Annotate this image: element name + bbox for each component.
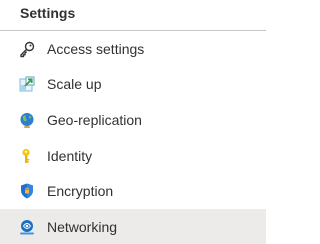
menu-item-label: Identity (47, 147, 93, 164)
menu-item-encryption[interactable]: Encryption (0, 173, 266, 209)
menu-item-label: Networking (47, 218, 118, 235)
menu-item-access-settings[interactable]: Access settings (0, 31, 266, 67)
globe-icon (17, 110, 37, 130)
menu-item-scale-up[interactable]: Scale up (0, 67, 266, 103)
scale-up-icon (17, 74, 37, 94)
settings-section-title: Settings (20, 5, 76, 21)
menu-item-label: Geo-replication (47, 111, 142, 128)
menu-item-label: Access settings (47, 40, 145, 57)
menu-item-label: Scale up (47, 76, 102, 93)
settings-menu: Access settings Scale up Geo-replication… (0, 31, 266, 244)
settings-panel: Settings Access settings Scale up Geo-re… (0, 0, 266, 244)
menu-item-label: Encryption (47, 183, 114, 200)
shield-icon (17, 181, 37, 201)
identity-key-icon (17, 146, 37, 166)
key-icon (17, 39, 37, 59)
menu-item-identity[interactable]: Identity (0, 138, 266, 174)
menu-item-geo-replication[interactable]: Geo-replication (0, 102, 266, 138)
networking-icon (17, 217, 37, 237)
menu-item-networking[interactable]: Networking (0, 208, 266, 244)
